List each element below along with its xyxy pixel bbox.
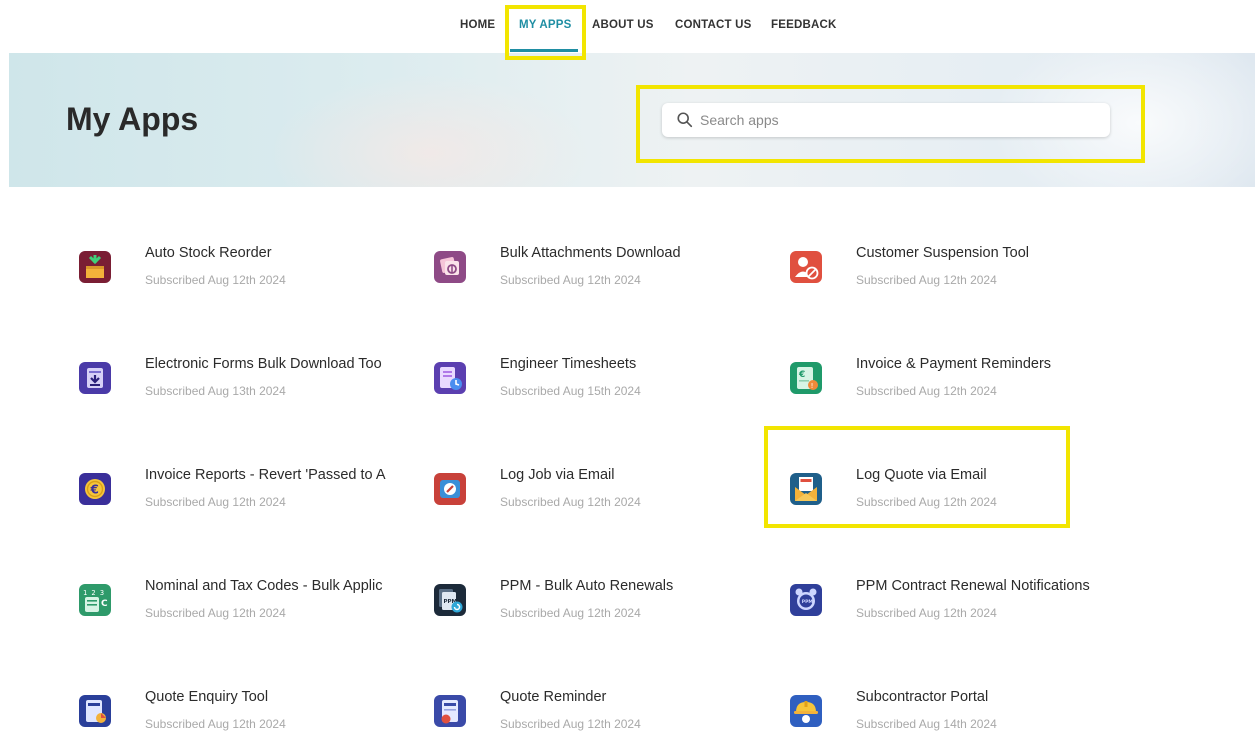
- nav-item-feedback[interactable]: FEEDBACK: [771, 19, 837, 31]
- app-card-quote-reminder[interactable]: Quote Reminder Subscribed Aug 12th 2024: [434, 689, 764, 755]
- hardhat-icon: [790, 695, 822, 727]
- app-card-ppm-contract-renewal-notifications[interactable]: PPM PPM Contract Renewal Notifications S…: [790, 578, 1120, 644]
- box-download-icon: [79, 251, 111, 283]
- nav-item-home[interactable]: HOME: [460, 19, 495, 31]
- app-card-ppm-bulk-auto-renewals[interactable]: PPM PPM - Bulk Auto Renewals Subscribed …: [434, 578, 764, 644]
- app-subscribed-date: Subscribed Aug 12th 2024: [145, 717, 286, 731]
- app-card-invoice-reports-revert[interactable]: € Invoice Reports - Revert 'Passed to A …: [79, 467, 409, 533]
- app-subscribed-date: Subscribed Aug 12th 2024: [856, 606, 997, 620]
- app-subscribed-date: Subscribed Aug 12th 2024: [500, 495, 641, 509]
- user-block-icon: [790, 251, 822, 283]
- app-card-engineer-timesheets[interactable]: Engineer Timesheets Subscribed Aug 15th …: [434, 356, 764, 422]
- app-name: Quote Reminder: [500, 689, 607, 705]
- svg-text:€: €: [90, 483, 99, 497]
- tax-codes-icon: 1 2 3 C: [79, 584, 111, 616]
- app-subscribed-date: Subscribed Aug 12th 2024: [500, 273, 641, 287]
- svg-text:€: €: [798, 370, 805, 380]
- attachments-icon: [434, 251, 466, 283]
- app-subscribed-date: Subscribed Aug 14th 2024: [856, 717, 997, 731]
- app-card-invoice-payment-reminders[interactable]: €! Invoice & Payment Reminders Subscribe…: [790, 356, 1120, 422]
- app-subscribed-date: Subscribed Aug 13th 2024: [145, 384, 286, 398]
- app-subscribed-date: Subscribed Aug 12th 2024: [145, 495, 286, 509]
- job-email-icon: [434, 473, 466, 505]
- app-subscribed-date: Subscribed Aug 12th 2024: [500, 717, 641, 731]
- ppm-renewal-icon: PPM: [434, 584, 466, 616]
- app-name: PPM - Bulk Auto Renewals: [500, 578, 674, 594]
- app-card-quote-enquiry-tool[interactable]: Quote Enquiry Tool Subscribed Aug 12th 2…: [79, 689, 409, 755]
- svg-text:PPM: PPM: [802, 599, 814, 605]
- timesheet-icon: [434, 362, 466, 394]
- app-name: Log Quote via Email: [856, 467, 987, 483]
- app-name: Invoice & Payment Reminders: [856, 356, 1052, 372]
- svg-text:!: !: [811, 382, 814, 390]
- search-box[interactable]: [662, 103, 1110, 137]
- search-icon: [677, 112, 693, 128]
- app-subscribed-date: Subscribed Aug 12th 2024: [145, 606, 286, 620]
- forms-download-icon: [79, 362, 111, 394]
- app-name: Bulk Attachments Download: [500, 245, 681, 261]
- invoice-reminder-icon: €!: [790, 362, 822, 394]
- active-tab-indicator: [510, 49, 578, 52]
- app-card-customer-suspension-tool[interactable]: Customer Suspension Tool Subscribed Aug …: [790, 245, 1120, 311]
- app-subscribed-date: Subscribed Aug 12th 2024: [856, 384, 997, 398]
- quote-enquiry-icon: [79, 695, 111, 727]
- app-name: Customer Suspension Tool: [856, 245, 1030, 261]
- quote-reminder-icon: [434, 695, 466, 727]
- app-name: Log Job via Email: [500, 467, 615, 483]
- svg-text:C: C: [101, 599, 108, 609]
- page-title: My Apps: [66, 101, 199, 137]
- app-name: PPM Contract Renewal Notifications: [856, 578, 1090, 594]
- app-card-nominal-tax-codes[interactable]: 1 2 3 C Nominal and Tax Codes - Bulk Appl…: [79, 578, 409, 644]
- app-subscribed-date: Subscribed Aug 12th 2024: [145, 273, 286, 287]
- alarm-clock-icon: PPM: [790, 584, 822, 616]
- app-subscribed-date: Subscribed Aug 12th 2024: [856, 273, 997, 287]
- app-card-log-quote-via-email[interactable]: Log Quote via Email Subscribed Aug 12th …: [790, 467, 1120, 533]
- app-name: Electronic Forms Bulk Download Too: [145, 356, 382, 372]
- nav-item-my-apps[interactable]: MY APPS: [519, 19, 572, 31]
- quote-email-icon: [790, 473, 822, 505]
- euro-coin-icon: €: [79, 473, 111, 505]
- app-subscribed-date: Subscribed Aug 12th 2024: [500, 606, 641, 620]
- app-subscribed-date: Subscribed Aug 12th 2024: [856, 495, 997, 509]
- app-card-electronic-forms-bulk-download[interactable]: Electronic Forms Bulk Download Too Subsc…: [79, 356, 409, 422]
- app-card-auto-stock-reorder[interactable]: Auto Stock Reorder Subscribed Aug 12th 2…: [79, 245, 409, 311]
- app-card-log-job-via-email[interactable]: Log Job via Email Subscribed Aug 12th 20…: [434, 467, 764, 533]
- app-name: Nominal and Tax Codes - Bulk Applic: [145, 578, 383, 594]
- nav-item-contact-us[interactable]: CONTACT US: [675, 19, 752, 31]
- svg-text:1 2 3: 1 2 3: [83, 589, 104, 597]
- app-name: Invoice Reports - Revert 'Passed to A: [145, 467, 386, 483]
- app-name: Quote Enquiry Tool: [145, 689, 269, 705]
- app-name: Engineer Timesheets: [500, 356, 637, 372]
- top-navigation: HOME MY APPS ABOUT US CONTACT US FEEDBAC…: [0, 0, 1255, 53]
- hero-decoration: [269, 73, 589, 187]
- nav-item-about-us[interactable]: ABOUT US: [592, 19, 654, 31]
- app-subscribed-date: Subscribed Aug 15th 2024: [500, 384, 641, 398]
- search-input[interactable]: [700, 112, 1080, 128]
- app-card-bulk-attachments-download[interactable]: Bulk Attachments Download Subscribed Aug…: [434, 245, 764, 311]
- app-name: Subcontractor Portal: [856, 689, 989, 705]
- app-card-subcontractor-portal[interactable]: Subcontractor Portal Subscribed Aug 14th…: [790, 689, 1120, 755]
- app-name: Auto Stock Reorder: [145, 245, 272, 261]
